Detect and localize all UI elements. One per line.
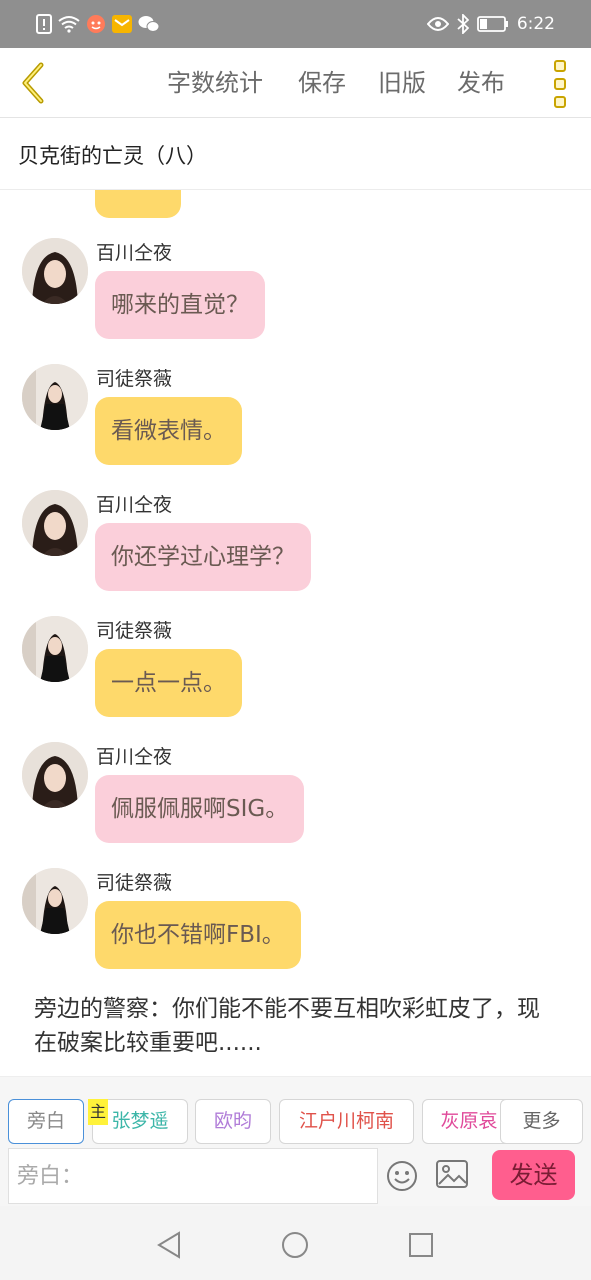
avatar[interactable] bbox=[22, 238, 88, 304]
message-bubble-partial[interactable] bbox=[95, 190, 181, 218]
sender-name: 百川仝夜 bbox=[96, 494, 173, 516]
status-icons-right: 6:22 bbox=[426, 12, 555, 36]
avatar[interactable] bbox=[22, 868, 88, 934]
narration-text[interactable]: 旁边的警察：你们能不能不要互相吹彩虹皮了，现在破案比较重要吧...... bbox=[34, 992, 554, 1060]
status-time: 6:22 bbox=[516, 14, 555, 34]
sender-name: 司徒祭薇 bbox=[96, 872, 173, 894]
avatar[interactable] bbox=[22, 742, 88, 808]
back-button[interactable] bbox=[8, 56, 56, 110]
image-button[interactable] bbox=[436, 1160, 468, 1188]
emoji-button[interactable] bbox=[386, 1160, 418, 1192]
chapter-title: 贝克街的亡灵（八） bbox=[18, 144, 207, 168]
wifi-icon bbox=[58, 13, 80, 35]
avatar[interactable] bbox=[22, 616, 88, 682]
save-button[interactable]: 保存 bbox=[298, 66, 346, 100]
avatar[interactable] bbox=[22, 364, 88, 430]
chapter-title-bar: 贝克街的亡灵（八） bbox=[0, 118, 591, 190]
menu-dot-icon bbox=[554, 78, 566, 90]
alert-icon bbox=[36, 13, 52, 35]
status-bar: 6:22 bbox=[0, 0, 591, 48]
chat-area[interactable]: 百川仝夜 哪来的直觉？ 司徒祭薇 看微表情。 百川仝夜 你还学过心理学？ 司徒祭… bbox=[0, 190, 591, 1076]
sender-name: 百川仝夜 bbox=[96, 746, 173, 768]
smiley-icon bbox=[387, 1161, 417, 1191]
circle-home-icon bbox=[282, 1232, 308, 1258]
top-toolbar: 字数统计 保存 旧版 发布 bbox=[0, 48, 591, 118]
more-menu-button[interactable] bbox=[544, 58, 576, 114]
message-bubble[interactable]: 一点一点。 bbox=[95, 649, 242, 717]
menu-dot-icon bbox=[554, 96, 566, 108]
old-version-button[interactable]: 旧版 bbox=[378, 66, 426, 100]
square-recents-icon bbox=[409, 1233, 433, 1257]
publish-button[interactable]: 发布 bbox=[457, 66, 505, 100]
message-bubble[interactable]: 你还学过心理学？ bbox=[95, 523, 311, 591]
status-icons-left bbox=[36, 12, 160, 36]
nav-home-button[interactable] bbox=[280, 1230, 310, 1260]
role-chip-ou[interactable]: 欧昀 bbox=[195, 1099, 271, 1144]
main-role-badge: 主 bbox=[88, 1099, 108, 1125]
role-narrator-chip[interactable]: 旁白 bbox=[8, 1099, 84, 1144]
message-bubble[interactable]: 看微表情。 bbox=[95, 397, 242, 465]
nav-recents-button[interactable] bbox=[406, 1230, 436, 1260]
wechat-icon bbox=[138, 13, 160, 35]
battery-icon bbox=[476, 13, 509, 35]
nav-back-button[interactable] bbox=[155, 1230, 185, 1260]
send-button[interactable]: 发送 bbox=[492, 1150, 575, 1200]
input-row: 发送 bbox=[0, 1146, 591, 1206]
image-icon bbox=[436, 1160, 468, 1188]
triangle-back-icon bbox=[157, 1231, 180, 1259]
message-bubble[interactable]: 佩服佩服啊SIG。 bbox=[95, 775, 305, 843]
more-roles-button[interactable]: 更多 bbox=[500, 1099, 583, 1144]
role-chip-conan[interactable]: 江户川柯南 bbox=[279, 1099, 414, 1144]
chevron-left-icon bbox=[22, 62, 44, 104]
menu-dot-icon bbox=[554, 60, 566, 72]
word-count-button[interactable]: 字数统计 bbox=[167, 66, 263, 100]
system-nav-bar bbox=[0, 1206, 591, 1280]
message-input[interactable] bbox=[8, 1148, 378, 1204]
eye-icon bbox=[426, 13, 449, 35]
sender-name: 司徒祭薇 bbox=[96, 368, 173, 390]
message-bubble[interactable]: 哪来的直觉？ bbox=[95, 271, 265, 339]
sender-name: 司徒祭薇 bbox=[96, 620, 173, 642]
avatar[interactable] bbox=[22, 490, 88, 556]
mail-notify-icon bbox=[112, 13, 132, 35]
message-bubble[interactable]: 你也不错啊FBI。 bbox=[95, 901, 301, 969]
role-selector: 旁白 张梦遥 主 欧昀 江户川柯南 灰原哀 更多 bbox=[0, 1076, 591, 1146]
sender-name: 百川仝夜 bbox=[96, 242, 173, 264]
bluetooth-icon bbox=[457, 13, 469, 35]
app-notify-icon bbox=[86, 13, 106, 35]
